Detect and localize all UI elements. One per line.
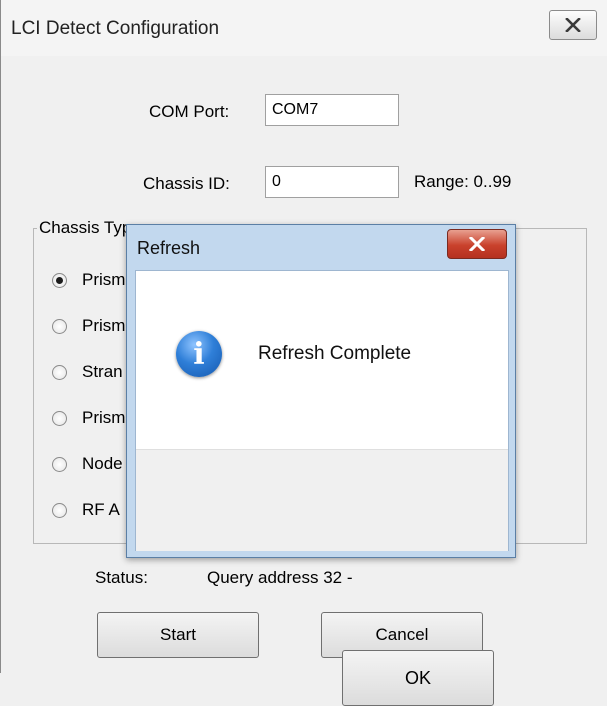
start-button[interactable]: Start (97, 612, 259, 658)
chassis-type-option-label: Prism (82, 316, 126, 335)
info-glyph: i (193, 336, 205, 372)
dialog-footer: OK (136, 449, 508, 706)
close-button[interactable] (549, 10, 597, 40)
ok-button[interactable]: OK (342, 650, 494, 706)
close-icon (469, 237, 485, 251)
status-value: Query address 32 - (207, 568, 353, 587)
com-port-label: COM Port: (149, 102, 230, 121)
chassis-type-option-label: Prism (82, 408, 126, 427)
refresh-dialog: Refresh i Refresh Complete OK (126, 224, 516, 706)
dialog-close-button[interactable] (447, 229, 507, 259)
radio-button[interactable] (52, 411, 67, 426)
close-icon (565, 18, 581, 32)
info-icon: i (176, 331, 222, 377)
window-title: LCI Detect Configuration (11, 18, 220, 39)
com-port-input[interactable]: COM7 (265, 94, 399, 126)
chassis-type-option-label: RF A (82, 500, 120, 519)
radio-button[interactable] (52, 273, 67, 288)
radio-selected-dot (56, 277, 63, 284)
chassis-id-range: Range: 0..99 (414, 172, 512, 191)
chassis-type-option-label: Stran (82, 362, 123, 381)
chassis-type-option-label: Prism (82, 270, 126, 289)
chassis-id-label: Chassis ID: (143, 174, 230, 193)
chassis-id-input[interactable]: 0 (265, 166, 399, 198)
dialog-title: Refresh (137, 238, 201, 258)
radio-button[interactable] (52, 365, 67, 380)
chassis-type-option-label: Node (82, 454, 123, 473)
title-bar: LCI Detect Configuration (1, 0, 607, 56)
radio-button[interactable] (52, 457, 67, 472)
status-label: Status: (95, 568, 148, 587)
radio-button[interactable] (52, 503, 67, 518)
dialog-message: Refresh Complete (258, 343, 412, 364)
dialog-content: i Refresh Complete OK (135, 270, 509, 706)
radio-button[interactable] (52, 319, 67, 334)
